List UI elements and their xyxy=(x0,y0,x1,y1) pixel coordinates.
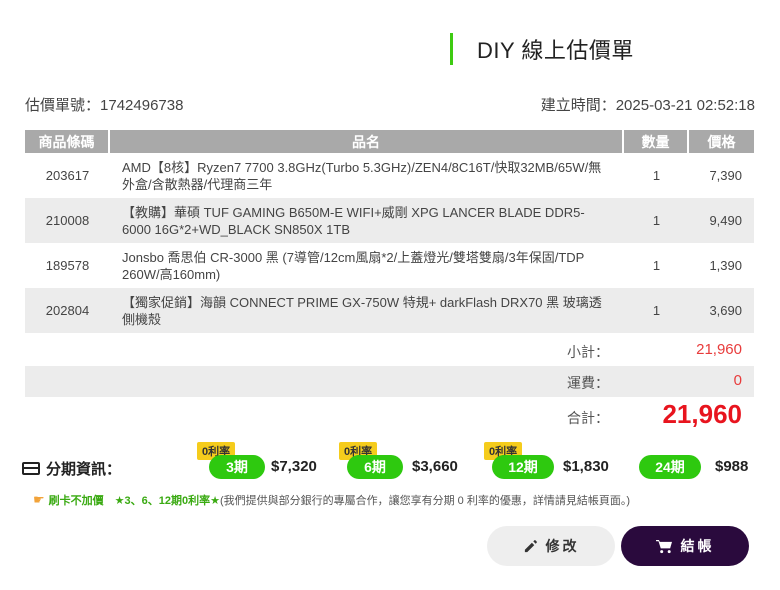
page-title: DIY 線上估價單 xyxy=(477,38,634,63)
product-price: 1,390 xyxy=(709,258,742,273)
created-time-value: 2025-03-21 02:52:18 xyxy=(615,97,755,114)
product-code: 202804 xyxy=(25,288,110,333)
installment-plan-3[interactable]: 0利率 3期 $7,320 xyxy=(197,442,327,482)
table-header-row: 商品條碼 品名 數量 價格 xyxy=(25,130,754,153)
product-name[interactable]: 【獨家促銷】海韻 CONNECT PRIME GX-750W 特規+ darkF… xyxy=(110,288,624,333)
column-header-price: 價格 xyxy=(689,130,754,153)
created-time: 建立時間：2025-03-21 02:52:18 xyxy=(541,94,755,115)
total-value: 21,960 xyxy=(662,399,742,429)
product-name[interactable]: AMD【8核】Ryzen7 7700 3.8GHz(Turbo 5.3GHz)/… xyxy=(110,153,624,198)
installment-amount: $3,660 xyxy=(412,458,458,475)
installment-amount: $7,320 xyxy=(271,458,317,475)
note-text: (我們提供與部分銀行的專屬合作，讓您享有分期 0 利率的優惠，詳情請見結帳頁面。… xyxy=(219,495,631,507)
installment-period-pill: 24期 xyxy=(639,455,701,479)
created-time-label: 建立時間： xyxy=(540,97,616,114)
installment-plan-12[interactable]: 0利率 12期 $1,830 xyxy=(484,442,624,482)
table-row: 189578 Jonsbo 喬思伯 CR-3000 黑 (7導管/12cm風扇*… xyxy=(25,243,754,288)
shopping-cart-icon xyxy=(655,539,673,554)
quote-number-value: 1742496738 xyxy=(100,97,184,114)
installment-plan-6[interactable]: 0利率 6期 $3,660 xyxy=(339,442,469,482)
installment-period-pill: 12期 xyxy=(492,455,554,479)
installment-period-pill: 3期 xyxy=(209,455,265,479)
checkout-button-label: 結帳 xyxy=(680,538,715,554)
total-label: 合計： xyxy=(567,410,609,426)
product-code: 203617 xyxy=(45,168,90,183)
product-code: 189578 xyxy=(45,258,90,273)
shipping-label: 運費： xyxy=(567,375,609,391)
product-qty: 1 xyxy=(624,288,689,333)
quote-number-label: 估價單號： xyxy=(25,97,101,114)
product-price: 3,690 xyxy=(689,288,754,333)
product-name[interactable]: Jonsbo 喬思伯 CR-3000 黑 (7導管/12cm風扇*2/上蓋燈光/… xyxy=(110,243,624,288)
subtotal-value: 21,960 xyxy=(696,341,742,358)
credit-card-icon xyxy=(22,462,40,475)
checkout-button[interactable]: 結帳 xyxy=(621,526,749,566)
pointing-hand-icon: ☛ xyxy=(33,492,45,507)
table-row: 210008 【教購】華碩 TUF GAMING B650M-E WIFI+威剛… xyxy=(25,198,754,243)
product-qty: 1 xyxy=(652,258,661,273)
installment-title: 分期資訊： xyxy=(22,458,121,479)
installment-amount: $988 xyxy=(715,458,749,475)
title-accent-bar xyxy=(450,33,453,65)
column-header-name: 品名 xyxy=(110,130,624,153)
column-header-code: 商品條碼 xyxy=(25,130,110,153)
quote-table: 商品條碼 品名 數量 價格 203617 AMD【8核】Ryzen7 7700 … xyxy=(25,130,754,333)
total-row: 合計： 21,960 xyxy=(25,399,754,433)
product-code: 210008 xyxy=(25,198,110,243)
product-qty: 1 xyxy=(624,198,689,243)
installment-title-text: 分期資訊： xyxy=(46,461,122,478)
note-highlight: 刷卡不加價 ★3、6、12期0利率★ xyxy=(48,495,220,507)
installment-note: ☛ 刷卡不加價 ★3、6、12期0利率★(我們提供與部分銀行的專屬合作，讓您享有分… xyxy=(33,492,630,508)
page-header: DIY 線上估價單 xyxy=(450,33,634,65)
product-qty: 1 xyxy=(652,168,661,183)
product-price: 7,390 xyxy=(709,168,742,183)
column-header-qty: 數量 xyxy=(624,130,689,153)
quote-number: 估價單號：1742496738 xyxy=(25,94,183,115)
installment-info: 分期資訊： 0利率 3期 $7,320 0利率 6期 $3,660 0利率 12… xyxy=(22,442,762,482)
product-price: 9,490 xyxy=(689,198,754,243)
pencil-icon xyxy=(523,539,538,554)
edit-button-label: 修改 xyxy=(545,538,580,554)
table-row: 202804 【獨家促銷】海韻 CONNECT PRIME GX-750W 特規… xyxy=(25,288,754,333)
subtotal-row: 小計： 21,960 xyxy=(25,335,754,366)
shipping-value: 0 xyxy=(733,372,742,389)
installment-amount: $1,830 xyxy=(563,458,609,475)
edit-button[interactable]: 修改 xyxy=(487,526,615,566)
product-name[interactable]: 【教購】華碩 TUF GAMING B650M-E WIFI+威剛 XPG LA… xyxy=(110,198,624,243)
installment-period-pill: 6期 xyxy=(347,455,403,479)
subtotal-label: 小計： xyxy=(567,344,609,360)
shipping-row: 運費： 0 xyxy=(25,366,754,397)
installment-plan-24[interactable]: 24期 $988 xyxy=(639,442,761,482)
table-row: 203617 AMD【8核】Ryzen7 7700 3.8GHz(Turbo 5… xyxy=(25,153,754,198)
